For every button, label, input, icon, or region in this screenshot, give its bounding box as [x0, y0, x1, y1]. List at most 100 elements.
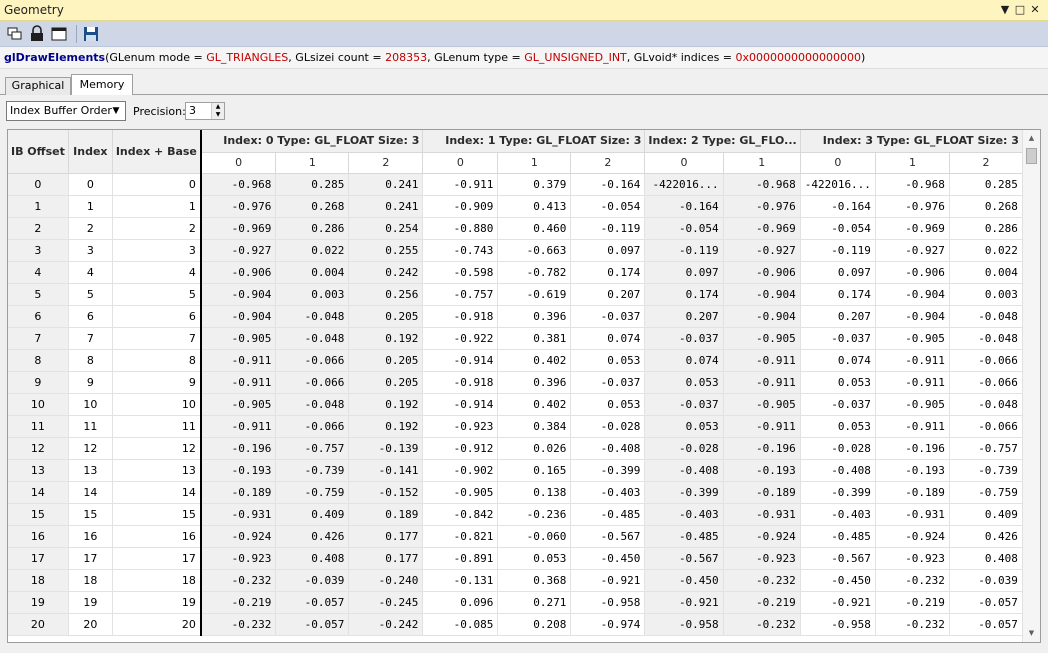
value-cell[interactable]: -0.245	[348, 591, 424, 614]
value-cell[interactable]: -0.924	[200, 525, 277, 548]
value-cell[interactable]: -0.743	[422, 239, 499, 262]
index-cell[interactable]: 16	[68, 525, 113, 548]
vertical-scrollbar[interactable]: ▲ ▼	[1022, 130, 1040, 642]
value-cell[interactable]: 0.074	[644, 349, 724, 372]
value-cell[interactable]: -0.906	[200, 261, 277, 284]
value-cell[interactable]: 0.286	[949, 217, 1023, 240]
value-cell[interactable]: -0.131	[422, 569, 499, 592]
value-cell[interactable]: -0.066	[949, 371, 1023, 394]
value-cell[interactable]: -0.911	[200, 349, 277, 372]
value-cell[interactable]: -0.923	[875, 547, 950, 570]
ib-offset-cell[interactable]: 16	[8, 525, 69, 548]
value-cell[interactable]: -0.196	[200, 437, 277, 460]
value-cell[interactable]: -0.232	[200, 613, 277, 636]
index-cell[interactable]: 2	[112, 217, 202, 240]
value-cell[interactable]: -0.403	[570, 481, 646, 504]
value-cell[interactable]: 0.192	[348, 415, 424, 438]
index-cell[interactable]: 19	[68, 591, 113, 614]
value-cell[interactable]: -0.193	[723, 459, 801, 482]
value-cell[interactable]: -0.399	[570, 459, 646, 482]
order-select[interactable]: Index Buffer Order ▼	[6, 101, 126, 121]
value-cell[interactable]: -0.757	[949, 437, 1023, 460]
value-cell[interactable]: -0.924	[723, 525, 801, 548]
value-cell[interactable]: 0.241	[348, 173, 424, 196]
value-cell[interactable]: -0.028	[570, 415, 646, 438]
value-cell[interactable]: 0.053	[644, 371, 724, 394]
value-cell[interactable]: -0.911	[723, 371, 801, 394]
table-row[interactable]: 6 6 6 -0.904 -0.048 0.205 -0.918 0.396 -0.037 0.2…	[8, 305, 1023, 328]
ib-offset-cell[interactable]: 13	[8, 459, 69, 482]
value-cell[interactable]: -0.408	[800, 459, 876, 482]
value-cell[interactable]: -0.958	[644, 613, 724, 636]
value-cell[interactable]: -0.189	[875, 481, 950, 504]
value-cell[interactable]: 0.165	[497, 459, 572, 482]
value-cell[interactable]: -0.927	[723, 239, 801, 262]
ib-offset-cell[interactable]: 1	[8, 195, 69, 218]
index-cell[interactable]: 17	[68, 547, 113, 570]
ib-offset-cell[interactable]: 0	[8, 173, 69, 196]
value-cell[interactable]: 0.053	[800, 415, 876, 438]
spin-up-icon[interactable]: ▲	[211, 103, 224, 111]
value-cell[interactable]: 0.003	[949, 283, 1023, 306]
value-cell[interactable]: 0.053	[800, 371, 876, 394]
value-cell[interactable]: -0.905	[723, 393, 801, 416]
index-cell[interactable]: 13	[68, 459, 113, 482]
value-cell[interactable]: -0.976	[723, 195, 801, 218]
spin-down-icon[interactable]: ▼	[211, 111, 224, 119]
value-cell[interactable]: -0.060	[497, 525, 572, 548]
value-cell[interactable]: -0.927	[875, 239, 950, 262]
index-cell[interactable]: 6	[68, 305, 113, 328]
index-cell[interactable]: 18	[112, 569, 202, 592]
value-cell[interactable]: -0.968	[200, 173, 277, 196]
value-cell[interactable]: -0.152	[348, 481, 424, 504]
index-cell[interactable]: 2	[68, 217, 113, 240]
value-cell[interactable]: -0.931	[875, 503, 950, 526]
value-cell[interactable]: -0.219	[875, 591, 950, 614]
value-cell[interactable]: 0.096	[422, 591, 499, 614]
value-cell[interactable]: -0.057	[275, 591, 350, 614]
ib-offset-cell[interactable]: 4	[8, 261, 69, 284]
value-cell[interactable]: 0.097	[644, 261, 724, 284]
value-cell[interactable]: 0.177	[348, 525, 424, 548]
value-cell[interactable]: -0.904	[200, 283, 277, 306]
ib-offset-cell[interactable]: 9	[8, 371, 69, 394]
value-cell[interactable]: 0.074	[800, 349, 876, 372]
ib-offset-cell[interactable]: 18	[8, 569, 69, 592]
ib-offset-cell[interactable]: 15	[8, 503, 69, 526]
value-cell[interactable]: 0.379	[497, 173, 572, 196]
value-cell[interactable]: 0.189	[348, 503, 424, 526]
index-cell[interactable]: 0	[68, 173, 113, 196]
ib-offset-cell[interactable]: 7	[8, 327, 69, 350]
value-cell[interactable]: 0.460	[497, 217, 572, 240]
value-cell[interactable]: -0.909	[422, 195, 499, 218]
dropdown-arrow-icon[interactable]: ▼	[998, 2, 1012, 18]
index-cell[interactable]: 18	[68, 569, 113, 592]
column-header-index[interactable]: Index	[68, 130, 113, 174]
value-cell[interactable]: -0.921	[644, 591, 724, 614]
value-cell[interactable]: -0.403	[644, 503, 724, 526]
value-cell[interactable]: 0.381	[497, 327, 572, 350]
value-cell[interactable]: -0.066	[275, 371, 350, 394]
value-cell[interactable]: 0.022	[275, 239, 350, 262]
index-cell[interactable]: 15	[112, 503, 202, 526]
index-cell[interactable]: 20	[68, 613, 113, 636]
ib-offset-cell[interactable]: 19	[8, 591, 69, 614]
scrollbar-thumb[interactable]	[1026, 148, 1037, 164]
table-row[interactable]: 9 9 9 -0.911 -0.066 0.205 -0.918 0.396 -0.037 0.0…	[8, 371, 1023, 394]
value-cell[interactable]: -0.057	[949, 591, 1023, 614]
value-cell[interactable]: -0.119	[570, 217, 646, 240]
table-row[interactable]: 13 13 13 -0.193 -0.739 -0.141 -0.902 0.165 -0.39…	[8, 459, 1023, 482]
value-cell[interactable]: -0.739	[949, 459, 1023, 482]
value-cell[interactable]: -0.912	[422, 437, 499, 460]
value-cell[interactable]: -0.408	[570, 437, 646, 460]
value-cell[interactable]: -0.821	[422, 525, 499, 548]
value-cell[interactable]: -0.759	[949, 481, 1023, 504]
value-cell[interactable]: -0.922	[422, 327, 499, 350]
table-row[interactable]: 17 17 17 -0.923 0.408 0.177 -0.891 0.053 -0.450-…	[8, 547, 1023, 570]
value-cell[interactable]: -0.974	[570, 613, 646, 636]
ib-offset-cell[interactable]: 2	[8, 217, 69, 240]
value-cell[interactable]: -0.969	[200, 217, 277, 240]
column-header-attr-0[interactable]: Index: 0 Type: GL_FLOAT Size: 3	[200, 130, 424, 153]
column-header-attr-2[interactable]: Index: 2 Type: GL_FLO...	[644, 130, 801, 153]
tab-memory[interactable]: Memory	[71, 74, 133, 96]
